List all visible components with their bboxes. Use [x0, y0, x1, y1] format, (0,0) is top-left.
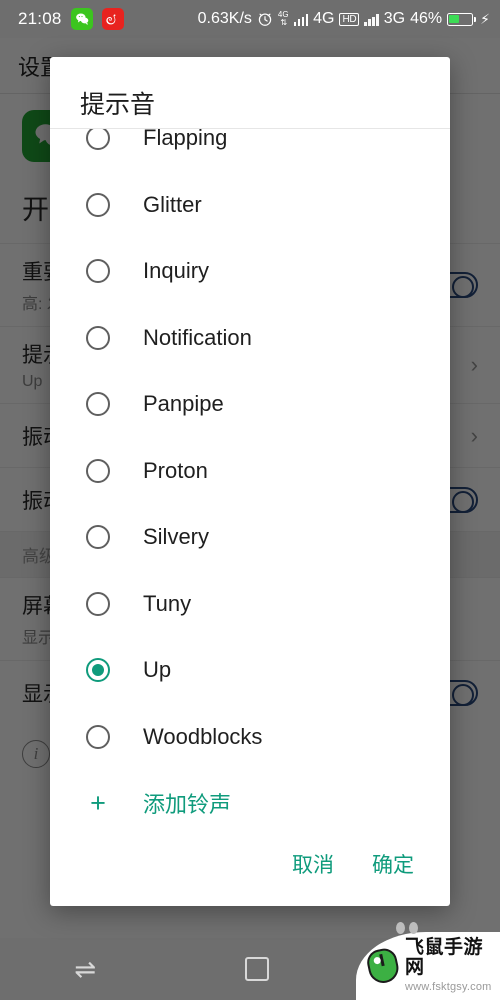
ringtone-label: Tuny — [143, 590, 192, 616]
dialog-title: 提示音 — [80, 91, 156, 119]
wechat-icon — [70, 8, 93, 30]
ringtone-label: Panpipe — [143, 391, 224, 417]
ringtone-list[interactable]: Flapping Glitter Inquiry Notification Pa — [50, 129, 450, 822]
battery-icon — [447, 12, 477, 26]
cancel-button[interactable]: 取消 — [292, 849, 334, 879]
ringtone-item-inquiry[interactable]: Inquiry — [50, 238, 450, 305]
netease-music-icon — [101, 8, 124, 30]
ringtone-item-notification[interactable]: Notification — [50, 305, 450, 372]
radio-button-icon[interactable] — [86, 259, 110, 284]
mouse-ears-icon — [396, 922, 418, 934]
radio-button-icon[interactable] — [86, 325, 110, 350]
plus-icon: + — [90, 787, 106, 818]
status-clock: 21:08 — [18, 9, 62, 28]
recents-swap-icon[interactable]: ⇌ — [74, 956, 96, 982]
alarm-clock-icon — [257, 11, 273, 27]
network-speed: 0.63K/s — [197, 10, 252, 27]
status-bar: 21:08 0.63K/s 4G ⇅ 4G HD 3G 46% ⚡ — [0, 0, 500, 38]
ringtone-label: Glitter — [143, 191, 202, 217]
radio-button-icon[interactable] — [86, 192, 110, 217]
sim2-network-label: 3G — [383, 10, 406, 27]
battery-percent: 46% — [410, 10, 443, 27]
ringtone-label: Silvery — [143, 524, 210, 550]
radio-button-icon[interactable] — [86, 392, 110, 417]
updown-arrows-icon: ⇅ — [280, 18, 287, 27]
ringtone-label: Inquiry — [143, 258, 210, 284]
status-right-cluster: 0.63K/s 4G ⇅ 4G HD 3G 46% ⚡ — [198, 10, 500, 28]
data-transfer-icon: 4G ⇅ — [278, 11, 289, 27]
site-url: www.fsktgsy.com — [405, 980, 492, 993]
radio-button-icon[interactable] — [86, 129, 110, 151]
charging-bolt-icon: ⚡ — [480, 10, 490, 27]
ringtone-label: Up — [143, 657, 172, 683]
ringtone-item-glitter[interactable]: Glitter — [50, 172, 450, 239]
dialog-action-bar: 取消 确定 — [50, 822, 450, 906]
ringtone-item-flapping[interactable]: Flapping — [50, 129, 450, 172]
radio-button-icon[interactable] — [86, 591, 110, 616]
ringtone-label: Proton — [143, 457, 208, 483]
add-ringtone-row[interactable]: + 添加铃声 — [50, 770, 450, 822]
ringtone-item-tuny[interactable]: Tuny — [50, 571, 450, 638]
phone-screen: 21:08 0.63K/s 4G ⇅ 4G HD 3G 46% ⚡ 提示音 Fl… — [0, 0, 500, 1000]
sim2-signal-icon — [364, 13, 379, 26]
radio-button-icon[interactable] — [86, 458, 110, 483]
ringtone-item-proton[interactable]: Proton — [50, 438, 450, 505]
mouse-logo-icon — [364, 946, 402, 986]
ringtone-item-up[interactable]: Up — [50, 637, 450, 704]
ringtone-label: Flapping — [143, 129, 228, 151]
ringtone-item-panpipe[interactable]: Panpipe — [50, 371, 450, 438]
ringtone-picker-dialog: 提示音 Flapping Glitter Inquiry Notificatio… — [50, 57, 450, 906]
watermark-text: 飞鼠手游网 www.fsktgsy.com — [405, 936, 500, 995]
site-name: 飞鼠手游网 — [405, 936, 484, 978]
radio-button-icon[interactable] — [86, 724, 110, 749]
volte-hd-icon: HD — [339, 12, 360, 26]
ringtone-list-scroll: Flapping Glitter Inquiry Notification Pa — [50, 129, 450, 822]
ringtone-label: Notification — [143, 324, 252, 350]
confirm-button[interactable]: 确定 — [372, 849, 414, 879]
ringtone-item-silvery[interactable]: Silvery — [50, 504, 450, 571]
radio-button-icon[interactable] — [86, 525, 110, 550]
ringtone-label: Woodblocks — [143, 723, 263, 749]
ringtone-item-woodblocks[interactable]: Woodblocks — [50, 704, 450, 771]
home-square-icon[interactable] — [244, 957, 269, 981]
add-ringtone-label: 添加铃声 — [143, 792, 232, 817]
radio-button-selected-icon[interactable] — [86, 658, 110, 683]
sim1-network-label: 4G — [313, 10, 335, 27]
sim1-signal-icon — [293, 13, 309, 26]
